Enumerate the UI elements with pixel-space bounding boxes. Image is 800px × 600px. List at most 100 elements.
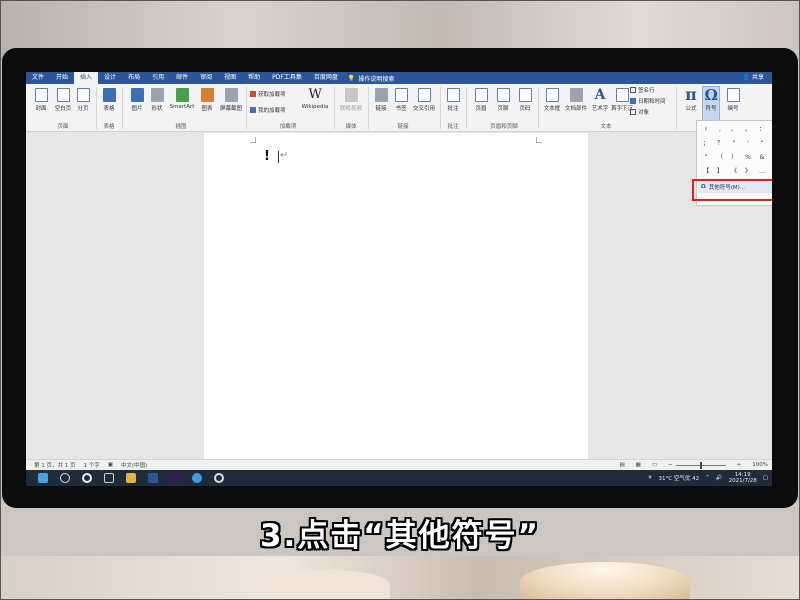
- symbol-cell[interactable]: 《: [727, 165, 741, 179]
- cortana-icon[interactable]: [82, 473, 92, 483]
- search-icon[interactable]: [60, 473, 70, 483]
- tab-view[interactable]: 视图: [218, 72, 242, 84]
- symbol-cell[interactable]: !: [699, 123, 713, 137]
- online-video-button[interactable]: 联机视频: [338, 84, 364, 112]
- footer-button[interactable]: 页脚: [492, 84, 514, 112]
- symbol-cell[interactable]: 。: [741, 123, 755, 137]
- language-indicator[interactable]: 中文(中国): [121, 461, 147, 469]
- quick-parts-button[interactable]: 文档部件: [564, 84, 588, 112]
- object-button[interactable]: 对象: [630, 108, 649, 116]
- table-button[interactable]: 表格: [98, 84, 120, 112]
- task-view-icon[interactable]: [104, 473, 114, 483]
- zoom-slider[interactable]: [675, 461, 726, 469]
- symbol-button[interactable]: Ω 符号: [700, 84, 722, 113]
- group-label-addins: 加载项: [279, 124, 297, 130]
- volume-icon[interactable]: 🔊: [716, 475, 723, 481]
- date-time-button[interactable]: 日期和时间: [630, 97, 666, 105]
- symbol-cell[interactable]: &: [755, 151, 769, 165]
- symbol-cell[interactable]: 【: [699, 165, 713, 179]
- tab-baidu-netdisk[interactable]: 百度网盘: [308, 72, 344, 84]
- equation-button[interactable]: π 公式: [680, 84, 702, 113]
- tab-mailings[interactable]: 邮件: [170, 72, 194, 84]
- header-button[interactable]: 页眉: [470, 84, 492, 112]
- symbol-cell[interactable]: ：: [755, 123, 769, 137]
- page-number-button[interactable]: 页码: [514, 84, 536, 112]
- notification-icon[interactable]: ▢: [763, 475, 768, 481]
- shapes-button[interactable]: 形状: [146, 84, 168, 112]
- edge-icon[interactable]: [192, 473, 202, 483]
- file-explorer-icon[interactable]: [126, 473, 136, 483]
- comment-button[interactable]: 批注: [442, 84, 464, 112]
- word-count[interactable]: 1 个字: [84, 461, 100, 469]
- my-addins-button[interactable]: 我的加载项: [250, 106, 286, 114]
- symbol-cell[interactable]: 》: [741, 165, 755, 179]
- cover-page-button[interactable]: 封面: [30, 84, 52, 112]
- tab-insert[interactable]: 插入: [74, 72, 99, 84]
- zoom-in-icon[interactable]: +: [737, 462, 742, 468]
- symbol-cell[interactable]: ,: [713, 123, 727, 137]
- link-button[interactable]: 链接: [370, 84, 392, 112]
- print-layout-icon[interactable]: ▦: [636, 462, 641, 468]
- tab-layout[interactable]: 布局: [122, 72, 146, 84]
- proofing-icon[interactable]: ▣: [108, 462, 113, 468]
- tell-me-search[interactable]: 💡 操作说明搜索: [348, 74, 395, 83]
- page-number-icon: [518, 88, 532, 102]
- tab-design[interactable]: 设计: [98, 72, 122, 84]
- get-addins-label: 获取加载项: [258, 92, 286, 98]
- symbol-cell[interactable]: ”: [699, 151, 713, 165]
- tray-chevron-icon[interactable]: ⌃: [705, 475, 710, 481]
- zoom-level[interactable]: 100%: [752, 462, 768, 468]
- textbox-button[interactable]: 文本框: [540, 84, 564, 112]
- number-button[interactable]: 编号: [722, 84, 744, 112]
- cover-page-icon: [34, 88, 48, 102]
- wikipedia-icon: W: [308, 87, 322, 102]
- document-page[interactable]: ! ↵: [204, 133, 588, 459]
- web-layout-icon[interactable]: ▭: [652, 462, 657, 468]
- chart-button[interactable]: 图表: [196, 84, 218, 112]
- wikipedia-button[interactable]: W Wikipedia: [300, 84, 330, 111]
- weather-sun-icon: ☀: [647, 475, 653, 481]
- equation-label: 公式: [685, 106, 697, 112]
- wordart-button[interactable]: A 艺术字: [588, 84, 612, 112]
- clock[interactable]: 14:19 2021/7/28: [729, 472, 757, 485]
- group-label-text: 文本: [600, 124, 612, 130]
- premiere-icon[interactable]: [170, 473, 180, 483]
- page-count[interactable]: 第 1 页，共 1 页: [34, 461, 76, 469]
- screenshot-button[interactable]: 屏幕截图: [218, 84, 244, 112]
- symbol-cell[interactable]: 】: [713, 165, 727, 179]
- zoom-slider-thumb[interactable]: [699, 461, 702, 469]
- cross-reference-button[interactable]: 交叉引用: [410, 84, 438, 112]
- symbol-cell[interactable]: ": [727, 137, 741, 151]
- symbol-cell[interactable]: （: [713, 151, 727, 165]
- page-break-button[interactable]: 分页: [72, 84, 94, 112]
- tab-references[interactable]: 引用: [146, 72, 170, 84]
- bookmark-button[interactable]: 书签: [390, 84, 412, 112]
- settings-gear-icon[interactable]: [214, 473, 224, 483]
- tab-pdf-tools[interactable]: PDF工具集: [266, 72, 308, 84]
- symbol-cell[interactable]: “: [755, 137, 769, 151]
- symbol-cell[interactable]: ）: [727, 151, 741, 165]
- tab-home[interactable]: 开始: [50, 72, 74, 84]
- get-addins-button[interactable]: 获取加载项: [250, 90, 286, 98]
- zoom-out-icon[interactable]: −: [668, 462, 673, 468]
- chart-icon: [200, 88, 214, 102]
- signature-line-button[interactable]: 签名行: [630, 86, 655, 94]
- symbol-cell[interactable]: ？: [713, 137, 727, 151]
- tab-help[interactable]: 帮助: [242, 72, 266, 84]
- blank-page-button[interactable]: 空白页: [52, 84, 74, 112]
- picture-button[interactable]: 图片: [126, 84, 148, 112]
- symbol-cell[interactable]: …: [755, 165, 769, 179]
- windows-start-icon[interactable]: [38, 473, 48, 483]
- tab-file[interactable]: 文件: [26, 72, 50, 84]
- smartart-button[interactable]: SmartArt: [168, 84, 196, 110]
- symbol-cell[interactable]: 、: [727, 123, 741, 137]
- weather-text[interactable]: 31°C 空气优 42: [659, 474, 700, 482]
- share-button[interactable]: 👤 共享: [743, 72, 764, 84]
- word-app-icon[interactable]: [148, 473, 158, 483]
- symbol-cell[interactable]: %: [741, 151, 755, 165]
- group-label-header-footer: 页眉和页脚: [490, 124, 518, 130]
- read-mode-icon[interactable]: ▤: [619, 462, 624, 468]
- tab-review[interactable]: 审阅: [194, 72, 218, 84]
- symbol-cell[interactable]: ': [741, 137, 755, 151]
- symbol-cell[interactable]: ；: [699, 137, 713, 151]
